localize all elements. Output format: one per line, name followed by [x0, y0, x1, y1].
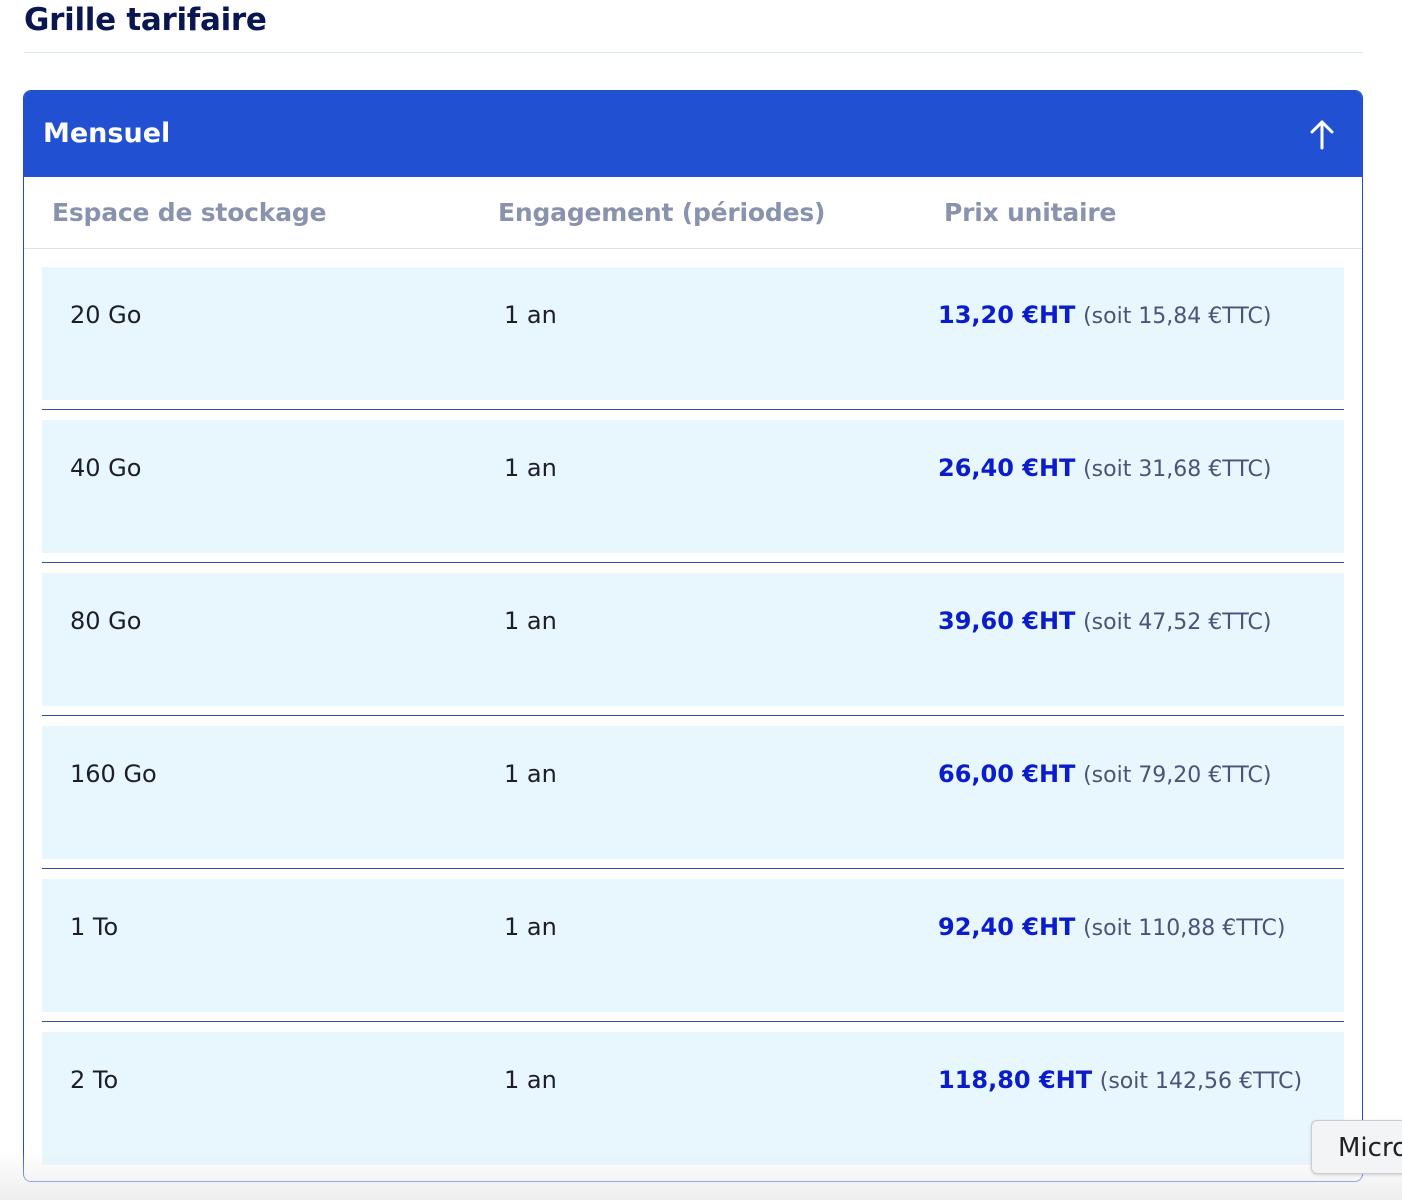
price-ttc: (soit 79,20 €TTC) [1083, 763, 1272, 788]
price-ht: 13,20 €HT [938, 301, 1076, 329]
column-header-storage: Espace de stockage [52, 198, 327, 227]
table-row: 40 Go 1 an 26,40 €HT (soit 31,68 €TTC) [42, 420, 1344, 553]
title-divider [24, 52, 1362, 53]
column-header-commitment: Engagement (périodes) [498, 198, 826, 227]
pricing-panel: Mensuel Espace de stockage Engagement (p… [23, 90, 1363, 1182]
row-divider [42, 562, 1344, 563]
table-row: 160 Go 1 an 66,00 €HT (soit 79,20 €TTC) [42, 726, 1344, 859]
cell-price: 92,40 €HT (soit 110,88 €TTC) [938, 913, 1344, 941]
cell-commitment: 1 an [504, 301, 557, 329]
arrow-up-icon[interactable] [1308, 117, 1336, 151]
cell-price: 66,00 €HT (soit 79,20 €TTC) [938, 760, 1344, 788]
cell-commitment: 1 an [504, 607, 557, 635]
table-row: 2 To 1 an 118,80 €HT (soit 142,56 €TTC) [42, 1032, 1344, 1165]
panel-header-toggle[interactable]: Mensuel [24, 91, 1362, 177]
overlay-tab[interactable]: Micro [1311, 1120, 1402, 1174]
table-row: 1 To 1 an 92,40 €HT (soit 110,88 €TTC) [42, 879, 1344, 1012]
row-divider [42, 409, 1344, 410]
page-title: Grille tarifaire [24, 2, 267, 38]
table-body: 20 Go 1 an 13,20 €HT (soit 15,84 €TTC) 4… [24, 249, 1362, 1165]
cell-storage: 80 Go [70, 607, 142, 635]
cell-price: 26,40 €HT (soit 31,68 €TTC) [938, 454, 1344, 482]
cell-commitment: 1 an [504, 913, 557, 941]
cell-storage: 160 Go [70, 760, 157, 788]
cell-storage: 20 Go [70, 301, 142, 329]
cell-price: 118,80 €HT (soit 142,56 €TTC) [938, 1066, 1344, 1094]
cell-commitment: 1 an [504, 760, 557, 788]
price-ht: 39,60 €HT [938, 607, 1076, 635]
table-row: 20 Go 1 an 13,20 €HT (soit 15,84 €TTC) [42, 267, 1344, 400]
cell-storage: 40 Go [70, 454, 142, 482]
price-ht: 66,00 €HT [938, 760, 1076, 788]
price-ttc: (soit 15,84 €TTC) [1083, 304, 1272, 329]
cell-commitment: 1 an [504, 454, 557, 482]
price-ht: 26,40 €HT [938, 454, 1076, 482]
row-divider [42, 1021, 1344, 1022]
table-header: Espace de stockage Engagement (périodes)… [24, 177, 1362, 249]
column-header-unit-price: Prix unitaire [944, 198, 1117, 227]
row-divider [42, 868, 1344, 869]
table-row: 80 Go 1 an 39,60 €HT (soit 47,52 €TTC) [42, 573, 1344, 706]
price-ht: 118,80 €HT [938, 1066, 1093, 1094]
cell-storage: 1 To [70, 913, 119, 941]
cell-storage: 2 To [70, 1066, 119, 1094]
price-ttc: (soit 142,56 €TTC) [1099, 1069, 1303, 1094]
price-ht: 92,40 €HT [938, 913, 1076, 941]
row-divider [42, 715, 1344, 716]
price-ttc: (soit 31,68 €TTC) [1083, 457, 1272, 482]
cell-price: 39,60 €HT (soit 47,52 €TTC) [938, 607, 1344, 635]
cell-price: 13,20 €HT (soit 15,84 €TTC) [938, 301, 1344, 329]
price-ttc: (soit 47,52 €TTC) [1083, 610, 1272, 635]
panel-title: Mensuel [43, 118, 171, 149]
cell-commitment: 1 an [504, 1066, 557, 1094]
price-ttc: (soit 110,88 €TTC) [1083, 916, 1286, 941]
